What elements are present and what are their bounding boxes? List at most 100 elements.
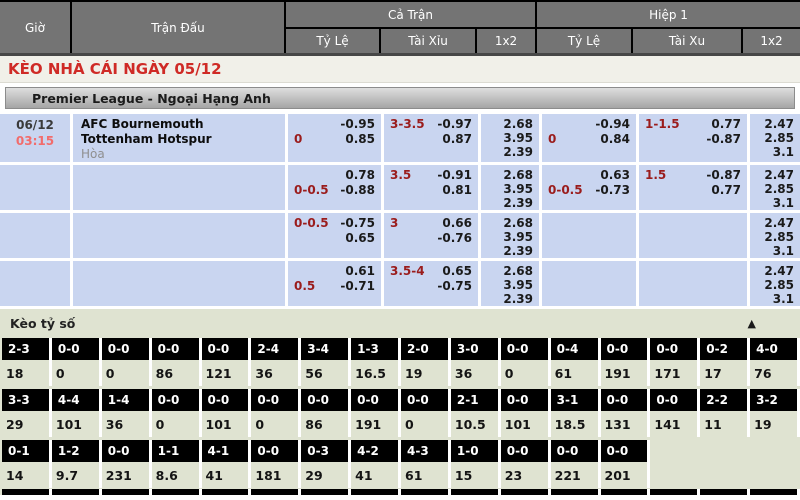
match-teams-cell [73, 261, 285, 306]
odds-value: 0.63 [584, 168, 630, 183]
odds-column: -0.970.87 [426, 117, 472, 162]
score-label [2, 489, 49, 495]
score-column[interactable]: 0-00 [501, 338, 551, 386]
firsthalf-1x2-cell[interactable]: 2.472.853.1 [750, 114, 800, 162]
fulltime-1x2-cell[interactable]: 2.683.952.39 [481, 165, 539, 210]
firsthalf-handicap-cell[interactable]: 0-0.50.63-0.73 [542, 165, 636, 210]
league-header[interactable]: Premier League - Ngoại Hạng Anh [5, 87, 795, 109]
score-column[interactable]: 3-329 [2, 389, 52, 437]
1x2-value: 2.39 [481, 292, 533, 306]
score-column[interactable]: 0-0101 [202, 389, 252, 437]
score-odds-value: 0 [251, 413, 298, 437]
score-column[interactable]: 0-329 [301, 440, 351, 488]
score-column[interactable]: 3-219 [750, 389, 800, 437]
odds-column: -0.750.65 [330, 216, 375, 258]
score-column[interactable]: 3-118.5 [551, 389, 601, 437]
score-column[interactable]: 0-114 [2, 440, 52, 488]
score-column[interactable]: 0-0231 [102, 440, 152, 488]
score-column[interactable]: 0-023 [501, 440, 551, 488]
score-column[interactable]: 2-318 [2, 338, 52, 386]
score-column [152, 489, 202, 495]
fulltime-handicap-cell[interactable]: 0-0.5-0.750.65 [288, 213, 381, 258]
score-label [202, 489, 249, 495]
score-column[interactable]: 4-241 [351, 440, 401, 488]
score-column[interactable]: 2-110.5 [451, 389, 501, 437]
score-column[interactable]: 0-0171 [650, 338, 700, 386]
fulltime-handicap-cell[interactable]: 0.50.61-0.71 [288, 261, 381, 306]
match-teams-cell[interactable]: AFC BournemouthTottenham HotspurHòa [73, 114, 285, 162]
score-column[interactable]: 0-00 [152, 389, 202, 437]
score-column[interactable]: 2-211 [700, 389, 750, 437]
firsthalf-overunder-cell[interactable]: 1-1.50.77-0.87 [639, 114, 747, 162]
fulltime-overunder-cell[interactable]: 3.5-0.910.81 [384, 165, 478, 210]
score-label: 0-0 [650, 389, 697, 411]
score-column[interactable]: 0-00 [52, 338, 102, 386]
score-column[interactable]: 0-0201 [601, 440, 651, 488]
1x2-value: 3.1 [750, 196, 794, 210]
score-label: 3-3 [2, 389, 49, 411]
score-column[interactable]: 0-00 [401, 389, 451, 437]
score-column[interactable]: 0-0141 [650, 389, 700, 437]
1x2-value: 3.95 [481, 230, 533, 244]
odds-value: -0.87 [687, 132, 741, 147]
score-column[interactable]: 0-0101 [501, 389, 551, 437]
score-column[interactable]: 0-217 [700, 338, 750, 386]
score-column[interactable]: 1-29.7 [52, 440, 102, 488]
score-column[interactable]: 0-0221 [551, 440, 601, 488]
firsthalf-1x2-cell[interactable]: 2.472.853.1 [750, 261, 800, 306]
score-column[interactable]: 0-0121 [202, 338, 252, 386]
score-column[interactable]: 0-086 [301, 389, 351, 437]
score-column[interactable]: 0-086 [152, 338, 202, 386]
score-column[interactable]: 0-0181 [251, 440, 301, 488]
score-column[interactable]: 1-015 [451, 440, 501, 488]
score-column[interactable]: 0-461 [551, 338, 601, 386]
score-column[interactable]: 1-18.6 [152, 440, 202, 488]
score-label [52, 489, 99, 495]
firsthalf-1x2-cell[interactable]: 2.472.853.1 [750, 165, 800, 210]
1x2-value: 2.85 [750, 182, 794, 196]
score-column[interactable]: 0-0131 [601, 389, 651, 437]
fulltime-overunder-cell[interactable]: 3-3.5-0.970.87 [384, 114, 478, 162]
collapse-arrow-icon[interactable]: ▲ [748, 317, 756, 330]
fulltime-overunder-cell[interactable]: 3.5-40.65-0.75 [384, 261, 478, 306]
score-column[interactable]: 0-0191 [351, 389, 401, 437]
score-column[interactable]: 3-456 [301, 338, 351, 386]
score-column[interactable]: 0-00 [102, 338, 152, 386]
header-sub-full-overunder: Tài Xỉu [381, 29, 475, 53]
score-odds-value: 18 [2, 362, 49, 386]
score-odds-value: 86 [301, 413, 348, 437]
score-column[interactable]: 1-316.5 [351, 338, 401, 386]
firsthalf-handicap-cell[interactable]: 0-0.940.84 [542, 114, 636, 162]
handicap-value [294, 264, 330, 279]
fulltime-1x2-cell[interactable]: 2.683.952.39 [481, 114, 539, 162]
fulltime-handicap-cell[interactable]: 0-0.50.78-0.88 [288, 165, 381, 210]
odds-value: -0.76 [426, 231, 472, 246]
fulltime-handicap-cell[interactable]: 0-0.950.85 [288, 114, 381, 162]
handicap-value [548, 168, 584, 183]
odds-value: 0.66 [426, 216, 472, 231]
score-column[interactable]: 4-141 [202, 440, 252, 488]
odds-value: -0.73 [584, 183, 630, 198]
score-column[interactable]: 2-436 [251, 338, 301, 386]
score-column[interactable]: 4-4101 [52, 389, 102, 437]
score-column[interactable]: 4-361 [401, 440, 451, 488]
handicap-value: 3.5-4 [390, 264, 426, 279]
score-column[interactable]: 2-019 [401, 338, 451, 386]
header-group-first-half: Hiệp 1 [537, 2, 800, 27]
score-column[interactable]: 0-0191 [601, 338, 651, 386]
handicap-column: 0-0.5 [294, 216, 330, 258]
firsthalf-overunder-cell[interactable]: 1.5-0.870.77 [639, 165, 747, 210]
score-column[interactable]: 3-036 [451, 338, 501, 386]
odds-rows: 06/1203:15AFC BournemouthTottenham Hotsp… [0, 111, 800, 306]
odds-row: 06/1203:15AFC BournemouthTottenham Hotsp… [0, 114, 800, 162]
fulltime-1x2-cell[interactable]: 2.683.952.39 [481, 213, 539, 258]
score-column[interactable]: 1-436 [102, 389, 152, 437]
score-column[interactable]: 4-076 [750, 338, 800, 386]
fulltime-overunder-cell[interactable]: 30.66-0.76 [384, 213, 478, 258]
firsthalf-1x2-cell[interactable]: 2.472.853.1 [750, 213, 800, 258]
score-column[interactable]: 0-00 [251, 389, 301, 437]
score-label [102, 489, 149, 495]
fulltime-1x2-cell[interactable]: 2.683.952.39 [481, 261, 539, 306]
score-label: 0-3 [301, 440, 348, 462]
score-column [650, 489, 700, 495]
